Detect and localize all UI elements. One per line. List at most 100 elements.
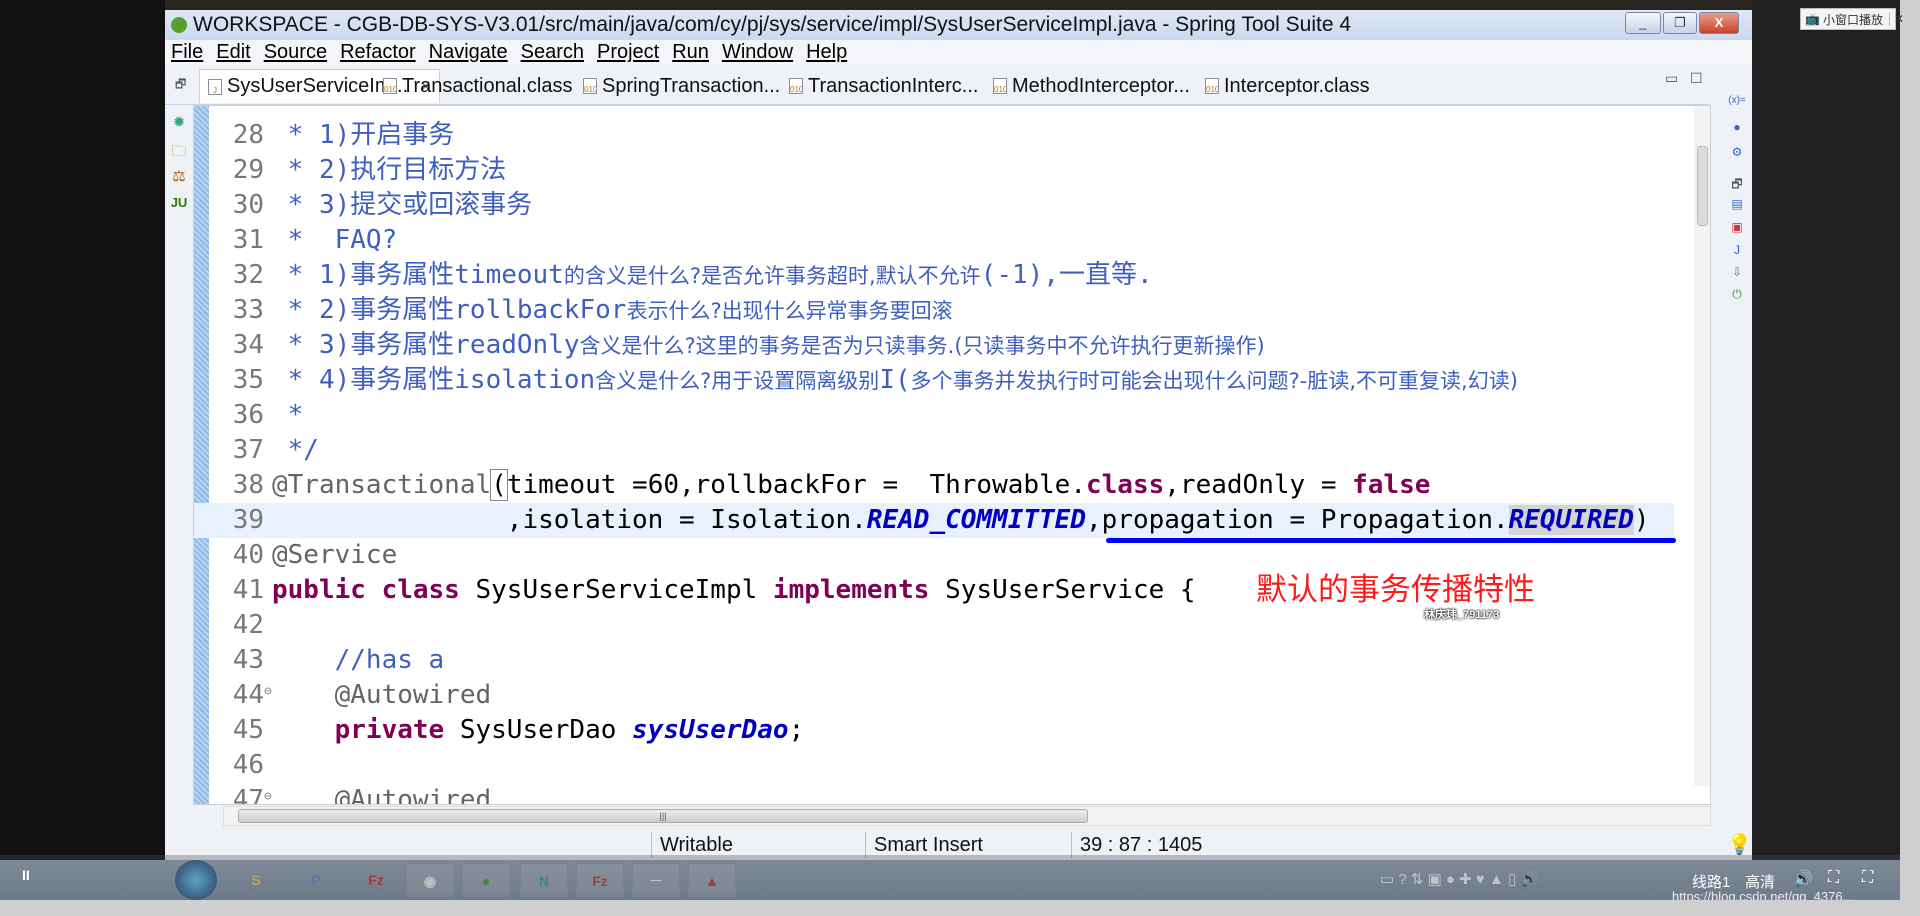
line-number: 38: [232, 470, 264, 500]
code-token: implements: [772, 575, 946, 605]
breakpoints-icon[interactable]: ●: [1728, 120, 1746, 138]
tab-label: SpringTransaction...: [602, 74, 781, 97]
line-number: 45: [232, 715, 264, 745]
restore-icon[interactable]: 🗗: [1728, 175, 1746, 193]
console-icon[interactable]: ▤: [1728, 197, 1746, 215]
tab-label: SysUserServiceIm...: [227, 75, 409, 97]
line-number: 36: [232, 400, 264, 430]
horizontal-scrollbar[interactable]: |||: [223, 806, 1711, 826]
code-token: 3)提交或回滚事务: [318, 190, 533, 220]
tab-transactional-class[interactable]: 010 Transactional.class: [383, 69, 572, 103]
red-annotation-text: 默认的事务传播特性: [1256, 572, 1535, 608]
volume-icon[interactable]: 🔊: [1793, 869, 1813, 889]
line-number: 32: [232, 260, 264, 290]
code-text: ,isolation = Isolation.READ_COMMITTED,pr…: [272, 503, 1650, 538]
menu-file[interactable]: File: [171, 41, 203, 64]
code-line: 35 * 4)事务属性isolation含义是什么?用于设置隔离级别I(多个事务…: [194, 363, 1674, 398]
menu-project[interactable]: Project: [597, 41, 659, 64]
code-token: * FAQ?: [272, 225, 398, 255]
download-icon[interactable]: ⇩: [1728, 265, 1746, 283]
code-editor[interactable]: 28 * 1)开启事务 29 * 2)执行目标方法 30 * 3)提交或回滚事务 31…: [193, 105, 1711, 805]
code-text: */: [272, 433, 319, 468]
menu-search[interactable]: Search: [521, 41, 584, 64]
code-text: * 3)提交或回滚事务: [272, 188, 533, 223]
mini-window-button[interactable]: 📺 小窗口播放 ✕: [1800, 8, 1904, 30]
vertical-scrollbar[interactable]: [1694, 106, 1710, 786]
tv-icon: 📺: [1805, 12, 1820, 26]
code-token: timeout =60,rollbackFor = Throwable.: [506, 470, 1086, 500]
tab-methodinterceptor[interactable]: 010 MethodInterceptor...: [993, 69, 1190, 103]
menu-navigate[interactable]: Navigate: [429, 41, 508, 64]
variables-icon[interactable]: (x)=: [1728, 95, 1746, 113]
tab-label: MethodInterceptor...: [1012, 74, 1190, 97]
problems-icon[interactable]: ▣: [1728, 220, 1746, 238]
code-text: * FAQ?: [272, 223, 398, 258]
minimize-view-icon[interactable]: ▭: [1665, 70, 1678, 87]
page-scrollbar[interactable]: [1900, 0, 1920, 916]
fullscreen-icon[interactable]: ⛶: [1862, 869, 1873, 887]
code-token: 的含义是什么?是否允许事务超时,默认不允许: [563, 264, 981, 288]
outline-icon[interactable]: ⚖: [170, 167, 188, 185]
horizontal-scroll-thumb[interactable]: |||: [238, 809, 1088, 823]
line-number: 34: [232, 330, 264, 360]
class-file-icon: 010: [583, 78, 597, 94]
maximize-view-icon[interactable]: ☐: [1690, 70, 1703, 87]
code-line: 39 ,isolation = Isolation.READ_COMMITTED…: [194, 503, 1674, 538]
menu-refactor[interactable]: Refactor: [340, 41, 416, 64]
right-toolbar: (x)= ● ⚙ 🗗 ▤ ▣ J ⇩ ⏻: [1721, 65, 1752, 815]
menu-run[interactable]: Run: [672, 41, 709, 64]
fold-toggle-icon[interactable]: ⊖: [264, 779, 272, 804]
code-text: @Autowired: [272, 783, 492, 804]
tab-transactioninterc[interactable]: 010 TransactionInterc...: [789, 69, 978, 103]
pause-button[interactable]: II: [22, 867, 30, 883]
code-text: private SysUserDao sysUserDao;: [272, 713, 805, 748]
class-file-icon: 010: [383, 78, 397, 94]
code-text: * 2)事务属性rollbackFor表示什么?出现什么异常事务要回滚: [272, 293, 953, 329]
code-token: *: [272, 190, 319, 220]
boot-dashboard-icon[interactable]: ⏻: [1728, 287, 1746, 305]
line-number: 30: [232, 190, 264, 220]
code-token: ): [1633, 505, 1650, 535]
fold-toggle-icon[interactable]: ⊖: [264, 674, 272, 709]
code-token: (: [490, 469, 508, 501]
code-text: @Autowired: [272, 678, 492, 713]
tab-springtransaction[interactable]: 010 SpringTransaction...: [583, 69, 780, 103]
line-number: 46: [232, 750, 264, 780]
top-strip: [0, 0, 1920, 10]
close-button[interactable]: X: [1699, 12, 1739, 34]
expressions-icon[interactable]: ⚙: [1728, 145, 1746, 163]
junit-icon[interactable]: JU: [170, 195, 188, 213]
code-token: 1)开启事务: [318, 120, 455, 150]
web-fullscreen-icon[interactable]: ⛶: [1828, 869, 1839, 887]
bottom-strip: [0, 900, 1900, 916]
class-file-icon: 010: [789, 78, 803, 94]
restore-button[interactable]: ❐: [1663, 12, 1697, 34]
code-token: ;: [788, 715, 805, 745]
code-text: * 1)开启事务: [272, 118, 455, 153]
line-number: 29: [232, 155, 264, 185]
code-token: @Transactional: [272, 470, 492, 500]
line-number: 33: [232, 295, 264, 325]
code-line: 36 *: [194, 398, 1674, 433]
debug-bug-icon[interactable]: ✹: [170, 113, 188, 131]
close-icon[interactable]: ✕: [1888, 12, 1904, 26]
hand-drawn-underline: [1106, 538, 1676, 543]
menu-help[interactable]: Help: [806, 41, 847, 64]
code-token: ,isolation = Isolation.: [272, 505, 867, 535]
code-line: 33 * 2)事务属性rollbackFor表示什么?出现什么异常事务要回滚: [194, 293, 1674, 328]
line-number: 37: [232, 435, 264, 465]
javadoc-icon[interactable]: J: [1728, 243, 1746, 261]
vertical-scroll-thumb[interactable]: [1697, 146, 1708, 226]
code-line: 32 * 1)事务属性timeout的含义是什么?是否允许事务超时,默认不允许(…: [194, 258, 1674, 293]
package-explorer-icon[interactable]: 🗀: [170, 141, 188, 160]
menu-edit[interactable]: Edit: [216, 41, 250, 64]
tab-interceptor-class[interactable]: 010 Interceptor.class: [1205, 69, 1370, 103]
menu-window[interactable]: Window: [722, 41, 793, 64]
user-watermark: 林庆玮_791173: [1424, 609, 1500, 621]
code-line: 29 * 2)执行目标方法: [194, 153, 1674, 188]
code-text: * 4)事务属性isolation含义是什么?用于设置隔离级别I(多个事务并发执…: [272, 363, 1518, 399]
menu-source[interactable]: Source: [264, 41, 327, 64]
lightbulb-icon[interactable]: 💡: [1727, 832, 1752, 857]
view-menu-icon[interactable]: 🗗: [175, 75, 186, 96]
minimize-button[interactable]: _: [1625, 12, 1661, 34]
